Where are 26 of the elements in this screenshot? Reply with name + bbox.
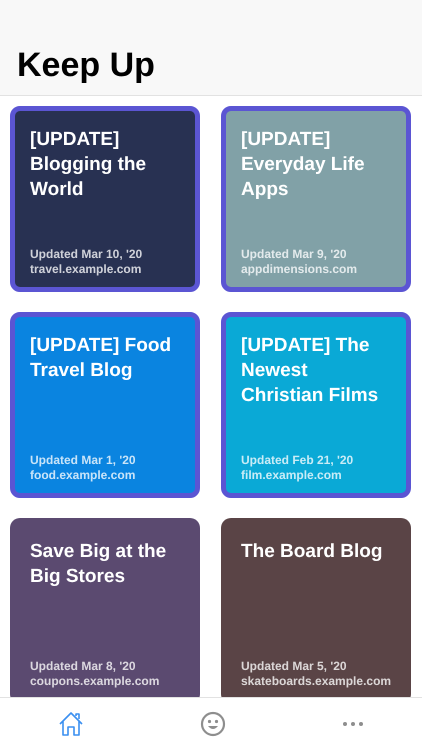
more-icon — [342, 721, 364, 728]
feed-card[interactable]: [UPDATE] Food Travel Blog Updated Mar 1, '20 food.example.com — [10, 312, 200, 498]
feed-card[interactable]: The Board Blog Updated Mar 5, '20 skateboards.example.com — [221, 518, 411, 698]
site-url: appdimensions.com — [241, 262, 358, 277]
feed-card[interactable]: [UPDATE] Blogging the World Updated Mar 10, '20 travel.example.com — [10, 106, 200, 292]
page-title: Keep Up — [17, 46, 155, 85]
site-url: skateboards.example.com — [241, 674, 391, 689]
card-title: [UPDATE] Food Travel Blog — [30, 334, 172, 383]
updated-date: Updated Mar 8, '20 — [30, 658, 137, 674]
card-title: [UPDATE] Blogging the World — [30, 128, 148, 202]
site-url: coupons.example.com — [30, 674, 160, 689]
updated-date: Updated Mar 10, '20 — [30, 246, 144, 262]
site-url: food.example.com — [30, 468, 136, 483]
card-title: Save Big at the Big Stores — [30, 540, 168, 589]
card-title: [UPDATE] The Newest Christian Films — [241, 334, 380, 408]
smiley-icon — [200, 711, 226, 738]
updated-date: Updated Mar 9, '20 — [241, 246, 348, 262]
feed-card[interactable]: Save Big at the Big Stores Updated Mar 8, '20 coupons.example.com — [10, 518, 200, 698]
updated-date: Updated Mar 1, '20 — [30, 452, 137, 468]
home-icon — [58, 711, 84, 738]
updated-date: Updated Mar 5, '20 — [241, 658, 348, 674]
card-title: [UPDATE] Everyday Life Apps — [241, 128, 366, 202]
updated-date: Updated Feb 21, '20 — [241, 452, 354, 468]
card-title: The Board Blog — [241, 540, 384, 564]
site-url: film.example.com — [241, 468, 343, 483]
site-url: travel.example.com — [30, 262, 142, 277]
